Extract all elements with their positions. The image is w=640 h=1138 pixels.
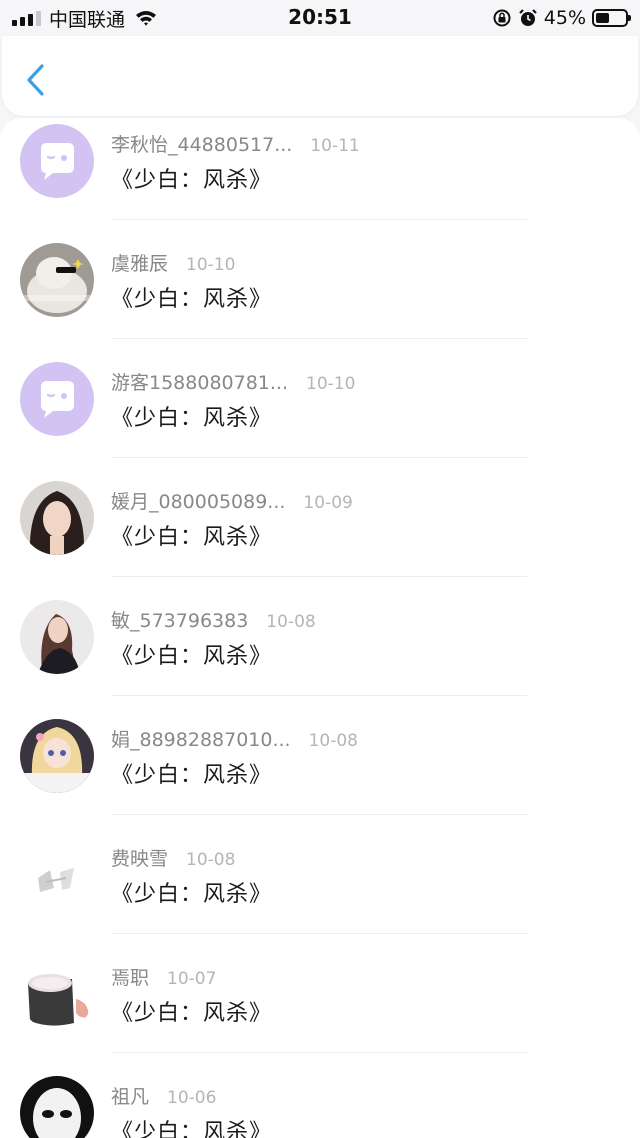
default-avatar-icon xyxy=(20,362,94,436)
avatar[interactable] xyxy=(20,957,94,1031)
item-date: 10-08 xyxy=(186,850,236,870)
avatar[interactable] xyxy=(20,124,94,198)
alarm-icon xyxy=(518,9,537,26)
avatar[interactable] xyxy=(20,481,94,555)
avatar[interactable] xyxy=(20,600,94,674)
item-date: 10-07 xyxy=(167,969,217,989)
list-item[interactable]: 祖凡 10-06 《少白：风杀》 xyxy=(0,1070,640,1138)
divider xyxy=(111,576,527,577)
item-date: 10-09 xyxy=(303,493,353,513)
avatar[interactable] xyxy=(20,719,94,793)
battery-fill xyxy=(596,13,609,23)
list-item[interactable]: 游客1588080781... 10-10 《少白：风杀》 xyxy=(0,356,640,475)
nav-bar xyxy=(2,36,638,116)
divider xyxy=(111,457,527,458)
divider xyxy=(111,814,527,815)
user-name: 敏_573796383 xyxy=(111,610,249,632)
item-message: 《少白：风杀》 xyxy=(111,882,273,907)
battery-icon xyxy=(592,9,631,27)
status-bar: 中国联通 20:51 45% xyxy=(0,0,640,36)
list-item[interactable]: 娟_88982887010... 10-08 《少白：风杀》 xyxy=(0,713,640,832)
divider xyxy=(111,1052,527,1053)
divider xyxy=(111,933,527,934)
divider xyxy=(111,695,527,696)
anime-photo-avatar xyxy=(20,719,94,793)
item-date: 10-10 xyxy=(306,374,356,394)
back-chevron-icon[interactable] xyxy=(22,62,50,98)
item-meta: 李秋怡_44880517... 10-11 xyxy=(111,130,360,156)
user-name: 媛月_080005089... xyxy=(111,491,286,513)
message-list: 李秋怡_44880517... 10-11 《少白：风杀》 虞雅辰 10-10 … xyxy=(0,118,640,1138)
list-item[interactable]: 虞雅辰 10-10 《少白：风杀》 xyxy=(0,237,640,356)
list-item[interactable]: 媛月_080005089... 10-09 《少白：风杀》 xyxy=(0,475,640,594)
list-item[interactable]: 李秋怡_44880517... 10-11 《少白：风杀》 xyxy=(0,118,640,237)
avatar[interactable] xyxy=(20,838,94,912)
item-date: 10-08 xyxy=(308,731,358,751)
portrait-photo-avatar xyxy=(20,481,94,555)
user-name: 焉职 xyxy=(111,967,150,989)
item-message: 《少白：风杀》 xyxy=(111,525,273,550)
rotation-lock-icon xyxy=(493,9,511,27)
item-meta: 游客1588080781... 10-10 xyxy=(111,368,355,394)
item-meta: 敏_573796383 10-08 xyxy=(111,606,316,632)
item-message: 《少白：风杀》 xyxy=(111,1001,273,1026)
item-meta: 焉职 10-07 xyxy=(111,963,216,989)
portrait-photo-avatar xyxy=(20,600,94,674)
item-message: 《少白：风杀》 xyxy=(111,168,273,193)
item-meta: 费映雪 10-08 xyxy=(111,844,235,870)
user-name: 祖凡 xyxy=(111,1086,150,1108)
item-date: 10-06 xyxy=(167,1088,217,1108)
default-avatar-icon xyxy=(20,124,94,198)
user-name: 李秋怡_44880517... xyxy=(111,134,293,156)
item-message: 《少白：风杀》 xyxy=(111,644,273,669)
battery-percent: 45% xyxy=(543,7,586,29)
user-name: 虞雅辰 xyxy=(111,253,169,275)
status-right: 45% xyxy=(492,6,631,30)
item-meta: 娟_88982887010... 10-08 xyxy=(111,725,358,751)
item-date: 10-10 xyxy=(186,255,236,275)
list-item[interactable]: 敏_573796383 10-08 《少白：风杀》 xyxy=(0,594,640,713)
cat-photo-avatar xyxy=(20,243,94,317)
user-name: 费映雪 xyxy=(111,848,169,870)
list-item[interactable]: 焉职 10-07 《少白：风杀》 xyxy=(0,951,640,1070)
avatar[interactable] xyxy=(20,1076,94,1138)
list-item[interactable]: 费映雪 10-08 《少白：风杀》 xyxy=(0,832,640,951)
item-message: 《少白：风杀》 xyxy=(111,406,273,431)
divider xyxy=(111,219,527,220)
mask-photo-avatar xyxy=(20,1076,94,1138)
item-message: 《少白：风杀》 xyxy=(111,287,273,312)
bowl-photo-avatar xyxy=(20,957,94,1031)
item-meta: 祖凡 10-06 xyxy=(111,1082,216,1108)
avatar[interactable] xyxy=(20,243,94,317)
item-meta: 媛月_080005089... 10-09 xyxy=(111,487,353,513)
item-message: 《少白：风杀》 xyxy=(111,1120,273,1138)
item-meta: 虞雅辰 10-10 xyxy=(111,249,235,275)
avatar[interactable] xyxy=(20,362,94,436)
sketch-photo-avatar xyxy=(20,838,94,912)
item-date: 10-11 xyxy=(310,136,360,156)
user-name: 娟_88982887010... xyxy=(111,729,291,751)
divider xyxy=(111,338,527,339)
item-date: 10-08 xyxy=(266,612,316,632)
user-name: 游客1588080781... xyxy=(111,372,289,394)
item-message: 《少白：风杀》 xyxy=(111,763,273,788)
